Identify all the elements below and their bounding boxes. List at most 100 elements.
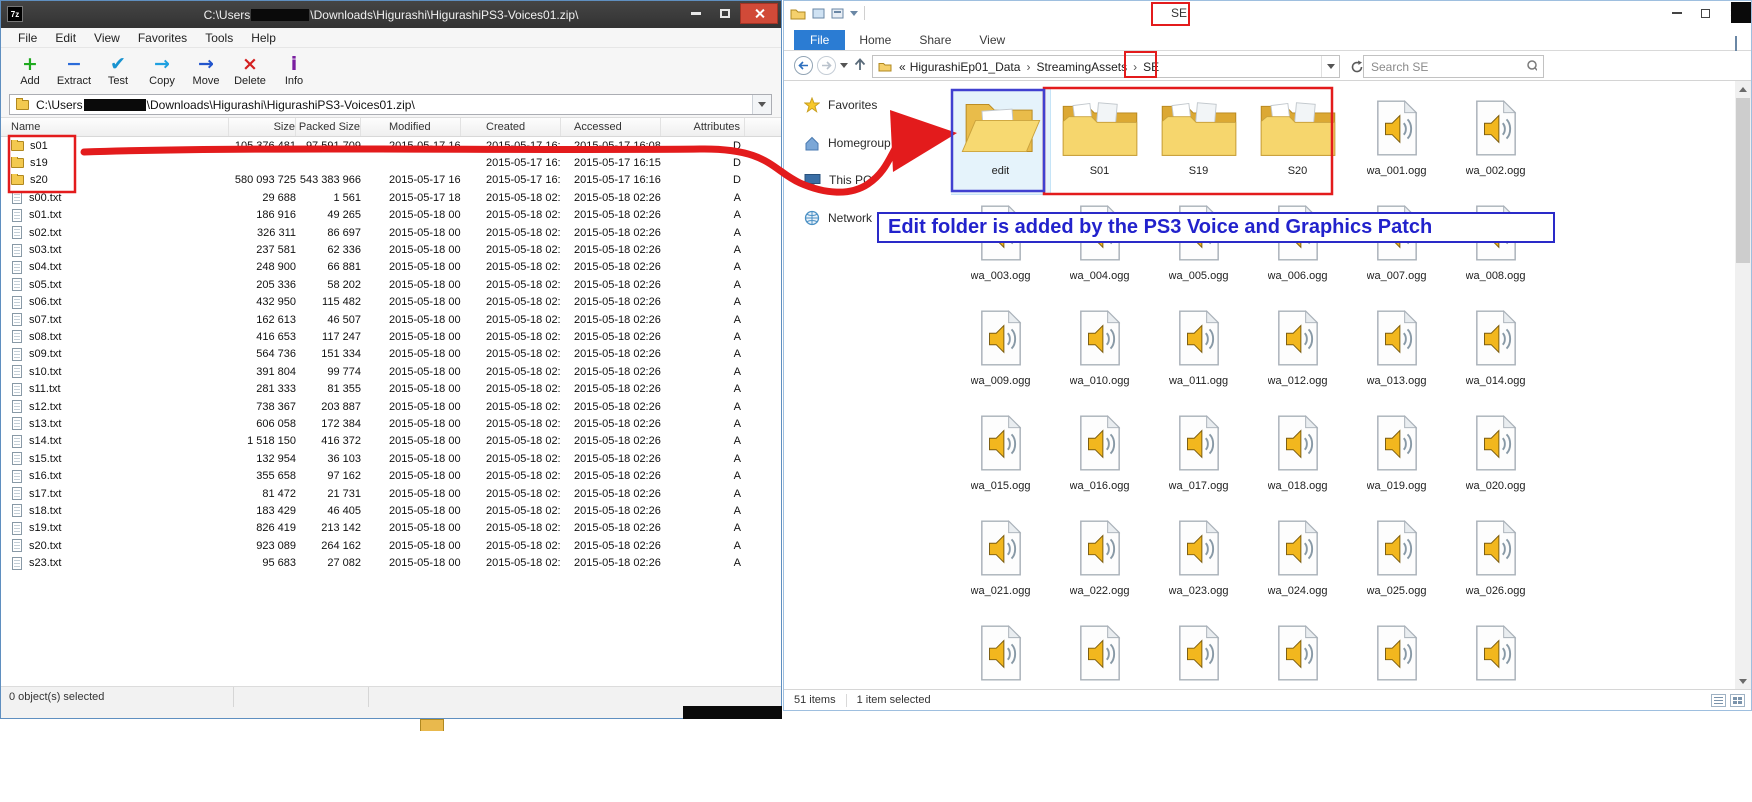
thumbnail-view-button[interactable] — [1730, 694, 1745, 707]
table-row[interactable]: s09.txt564 736151 3342015-05-18 00:32201… — [1, 346, 781, 363]
explorer-titlebar[interactable]: SE — [784, 1, 1751, 29]
column-header-attributes[interactable]: Attributes — [661, 118, 745, 136]
table-row[interactable]: s20.txt923 089264 1622015-05-18 00:32201… — [1, 537, 781, 554]
properties-icon[interactable] — [831, 7, 844, 19]
table-row[interactable]: s08.txt416 653117 2472015-05-18 00:32201… — [1, 328, 781, 345]
file-item[interactable]: wa_016.ogg — [1050, 404, 1149, 509]
breadcrumb-ellipsis[interactable]: « — [897, 60, 908, 74]
folder-item[interactable]: S01 — [1050, 89, 1149, 194]
address-dropdown-button[interactable] — [1321, 56, 1339, 77]
forward-button[interactable] — [817, 56, 836, 75]
taskbar-peek-icon[interactable] — [420, 719, 444, 731]
table-row[interactable]: s00.txt29 6881 5612015-05-17 18:152015-0… — [1, 189, 781, 206]
table-row[interactable]: s07.txt162 61346 5072015-05-18 00:322015… — [1, 311, 781, 328]
file-item[interactable]: wa_025.ogg — [1347, 509, 1446, 614]
file-item[interactable]: wa_011.ogg — [1149, 299, 1248, 404]
details-view-button[interactable] — [1711, 694, 1726, 707]
sidebar-item-this-pc[interactable]: This PC — [804, 170, 872, 190]
maximize-button[interactable] — [1691, 3, 1720, 23]
7zip-titlebar[interactable]: 7z C:\Users\Downloads\Higurashi\Higurash… — [1, 1, 781, 28]
table-row[interactable]: s01105 376 48197 591 7092015-05-17 16:08… — [1, 137, 781, 154]
minimize-button[interactable] — [682, 3, 709, 24]
address-bar[interactable]: C:\Users\Downloads\Higurashi\HigurashiPS… — [9, 94, 772, 115]
file-item[interactable]: wa_022.ogg — [1050, 509, 1149, 614]
file-item[interactable]: wa_005.ogg — [1149, 194, 1248, 299]
toolbar-button-test[interactable]: ✔Test — [97, 53, 139, 87]
column-header-size[interactable]: Size — [229, 118, 296, 136]
column-header-accessed[interactable]: Accessed — [561, 118, 661, 136]
file-item[interactable]: wa_008.ogg — [1446, 194, 1545, 299]
file-item[interactable]: wa_023.ogg — [1149, 509, 1248, 614]
table-row[interactable]: s12.txt738 367203 8872015-05-18 00:32201… — [1, 398, 781, 415]
column-header-created[interactable]: Created — [461, 118, 561, 136]
column-header-packed-size[interactable]: Packed Size — [296, 118, 361, 136]
file-item[interactable]: wa_002.ogg — [1446, 89, 1545, 194]
search-input[interactable] — [1364, 60, 1526, 74]
new-folder-icon[interactable] — [812, 7, 825, 19]
file-item[interactable]: wa_015.ogg — [951, 404, 1050, 509]
menu-item-file[interactable]: File — [9, 29, 46, 47]
file-item[interactable]: wa_003.ogg — [951, 194, 1050, 299]
menu-item-favorites[interactable]: Favorites — [129, 29, 196, 47]
file-item[interactable]: wa_019.ogg — [1347, 404, 1446, 509]
file-item[interactable]: wa_018.ogg — [1248, 404, 1347, 509]
scrollbar[interactable] — [1735, 81, 1751, 689]
table-row[interactable]: s15.txt132 95436 1032015-05-18 00:322015… — [1, 450, 781, 467]
tab-home[interactable]: Home — [845, 30, 905, 50]
tab-view[interactable]: View — [965, 30, 1019, 50]
scroll-up-button[interactable] — [1735, 81, 1751, 97]
file-item[interactable] — [1248, 614, 1347, 689]
toolbar-button-delete[interactable]: ×Delete — [229, 53, 271, 87]
table-row[interactable]: s10.txt391 80499 7742015-05-18 00:322015… — [1, 363, 781, 380]
table-row[interactable]: s01.txt186 91649 2652015-05-18 00:322015… — [1, 207, 781, 224]
up-button[interactable] — [852, 57, 868, 78]
sidebar-item-homegroup[interactable]: Homegroup — [804, 133, 891, 153]
toolbar-button-info[interactable]: iInfo — [273, 53, 315, 87]
table-row[interactable]: s13.txt606 058172 3842015-05-18 00:32201… — [1, 415, 781, 432]
toolbar-button-copy[interactable]: →Copy — [141, 53, 183, 87]
sidebar-item-network[interactable]: Network — [804, 208, 872, 228]
toolbar-button-move[interactable]: →Move — [185, 53, 227, 87]
file-item[interactable]: wa_010.ogg — [1050, 299, 1149, 404]
menu-item-view[interactable]: View — [85, 29, 129, 47]
file-item[interactable]: wa_026.ogg — [1446, 509, 1545, 614]
sidebar-item-favorites[interactable]: Favorites — [804, 95, 877, 115]
file-item[interactable]: wa_017.ogg — [1149, 404, 1248, 509]
column-header-modified[interactable]: Modified — [361, 118, 461, 136]
scrollbar-thumb[interactable] — [1736, 98, 1750, 263]
menu-item-tools[interactable]: Tools — [196, 29, 242, 47]
folder-item[interactable]: S20 — [1248, 89, 1347, 194]
menu-item-help[interactable]: Help — [242, 29, 285, 47]
folder-item[interactable]: edit — [951, 89, 1050, 194]
file-item[interactable]: wa_004.ogg — [1050, 194, 1149, 299]
folder-item[interactable]: S19 — [1149, 89, 1248, 194]
table-row[interactable]: s05.txt205 33658 2022015-05-18 00:322015… — [1, 276, 781, 293]
table-row[interactable]: s18.txt183 42946 4052015-05-18 00:322015… — [1, 502, 781, 519]
file-item[interactable]: wa_020.ogg — [1446, 404, 1545, 509]
maximize-button[interactable] — [711, 3, 738, 24]
column-header-name[interactable]: Name — [1, 118, 229, 136]
qat-customize-icon[interactable] — [850, 11, 858, 16]
file-item[interactable]: wa_006.ogg — [1248, 194, 1347, 299]
table-row[interactable]: s17.txt81 47221 7312015-05-18 00:322015-… — [1, 485, 781, 502]
table-row[interactable]: s23.txt95 68327 0822015-05-18 00:322015-… — [1, 554, 781, 571]
file-item[interactable] — [1347, 614, 1446, 689]
file-item[interactable]: wa_021.ogg — [951, 509, 1050, 614]
table-row[interactable]: s20580 093 725543 383 9662015-05-17 16:1… — [1, 172, 781, 189]
table-row[interactable]: s02.txt326 31186 6972015-05-18 00:322015… — [1, 224, 781, 241]
file-item[interactable]: wa_012.ogg — [1248, 299, 1347, 404]
file-item[interactable] — [951, 614, 1050, 689]
file-item[interactable] — [1050, 614, 1149, 689]
table-row[interactable]: s04.txt248 90066 8812015-05-18 00:322015… — [1, 259, 781, 276]
close-button[interactable] — [740, 3, 778, 24]
recent-locations-icon[interactable] — [840, 63, 848, 68]
toolbar-button-extract[interactable]: −Extract — [53, 53, 95, 87]
menu-item-edit[interactable]: Edit — [46, 29, 85, 47]
scroll-down-button[interactable] — [1735, 673, 1751, 689]
back-button[interactable] — [794, 56, 813, 75]
breadcrumb-item[interactable]: StreamingAssets — [1034, 60, 1129, 74]
breadcrumb-item[interactable]: HigurashiEp01_Data — [908, 60, 1023, 74]
toolbar-button-add[interactable]: +Add — [9, 53, 51, 87]
table-row[interactable]: s03.txt237 58162 3362015-05-18 00:322015… — [1, 241, 781, 258]
tab-file[interactable]: File — [794, 30, 845, 50]
